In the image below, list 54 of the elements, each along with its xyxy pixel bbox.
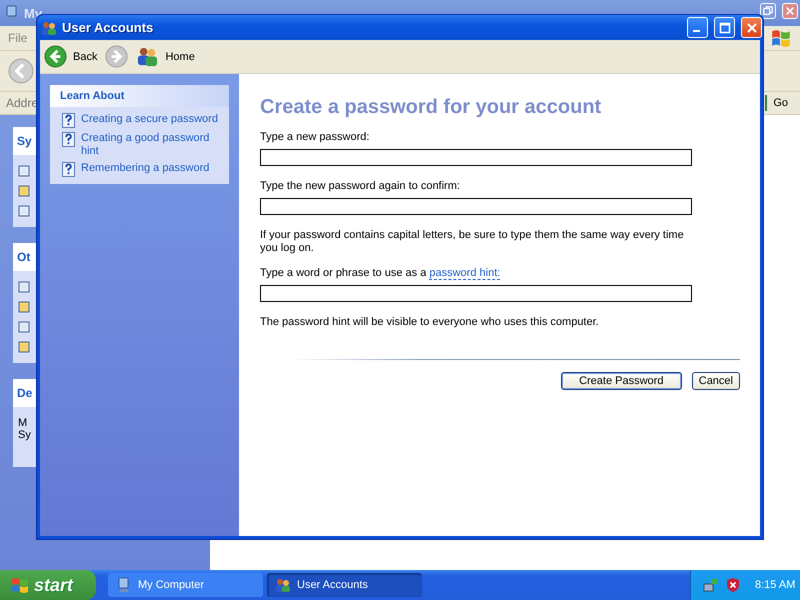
panel-title: Learn About (60, 90, 124, 102)
file-icon (18, 321, 30, 333)
field-label: Type a new password: (260, 131, 370, 143)
close-icon (785, 6, 795, 16)
help-link[interactable]: Creating a good password hint (81, 132, 221, 158)
taskbar-button[interactable]: User Accounts (267, 573, 422, 597)
help-icon (62, 162, 75, 177)
file-icon (18, 341, 30, 353)
file-icon (18, 301, 30, 313)
password-field[interactable] (260, 285, 692, 302)
dialog-button[interactable]: Create Password (560, 372, 682, 390)
maximize-icon (718, 22, 730, 34)
panel-title: Sy (17, 134, 32, 148)
close-icon (746, 22, 758, 34)
restore-icon (763, 6, 773, 16)
users-icon (41, 20, 57, 36)
help-link[interactable]: Remembering a password (81, 162, 210, 175)
shield-icon[interactable] (725, 577, 741, 593)
users-icon (275, 577, 291, 593)
detail-text: M (18, 417, 28, 429)
close-button[interactable] (741, 17, 762, 38)
file-icon (18, 185, 30, 197)
users-icon (136, 45, 160, 68)
detail-text: Sy (18, 429, 32, 441)
clock: 8:15 AM (755, 579, 796, 591)
minimize-button[interactable] (687, 17, 708, 38)
home-button[interactable]: Home (136, 45, 195, 68)
network-icon[interactable] (703, 577, 719, 593)
maximize-button[interactable] (714, 17, 735, 38)
password-field[interactable] (260, 149, 692, 166)
windows-logo-icon (10, 575, 30, 595)
file-icon (18, 205, 30, 217)
field-label: Type the new password again to confirm: (260, 180, 461, 192)
note-text: The password hint will be visible to everyone who uses this computer. (260, 316, 600, 329)
file-icon (18, 165, 30, 177)
field-label: Type a word or phrase to use as a password hint: (260, 267, 502, 279)
help-icon (62, 113, 75, 128)
help-link[interactable]: Creating a secure password (81, 113, 218, 126)
back-button[interactable]: Back (44, 45, 98, 68)
maximize-button[interactable] (760, 3, 776, 19)
minimize-icon (692, 30, 700, 32)
file-icon (18, 281, 30, 293)
panel-title: De (17, 386, 32, 400)
window-title: User Accounts (62, 20, 154, 35)
panel-title: Ot (17, 250, 30, 264)
password-field[interactable] (260, 198, 692, 215)
note-text: If your password contains capital letters, be sure to type them the same way every time you log on. (260, 229, 685, 255)
page-heading: Create a password for your account (260, 96, 602, 119)
help-icon (62, 132, 75, 147)
start-button[interactable]: start (0, 570, 96, 600)
hint-link[interactable]: password hint: (429, 267, 500, 280)
close-button[interactable] (782, 3, 798, 19)
taskbar-button[interactable]: My Computer (108, 573, 263, 597)
dialog-button[interactable]: Cancel (692, 372, 740, 390)
